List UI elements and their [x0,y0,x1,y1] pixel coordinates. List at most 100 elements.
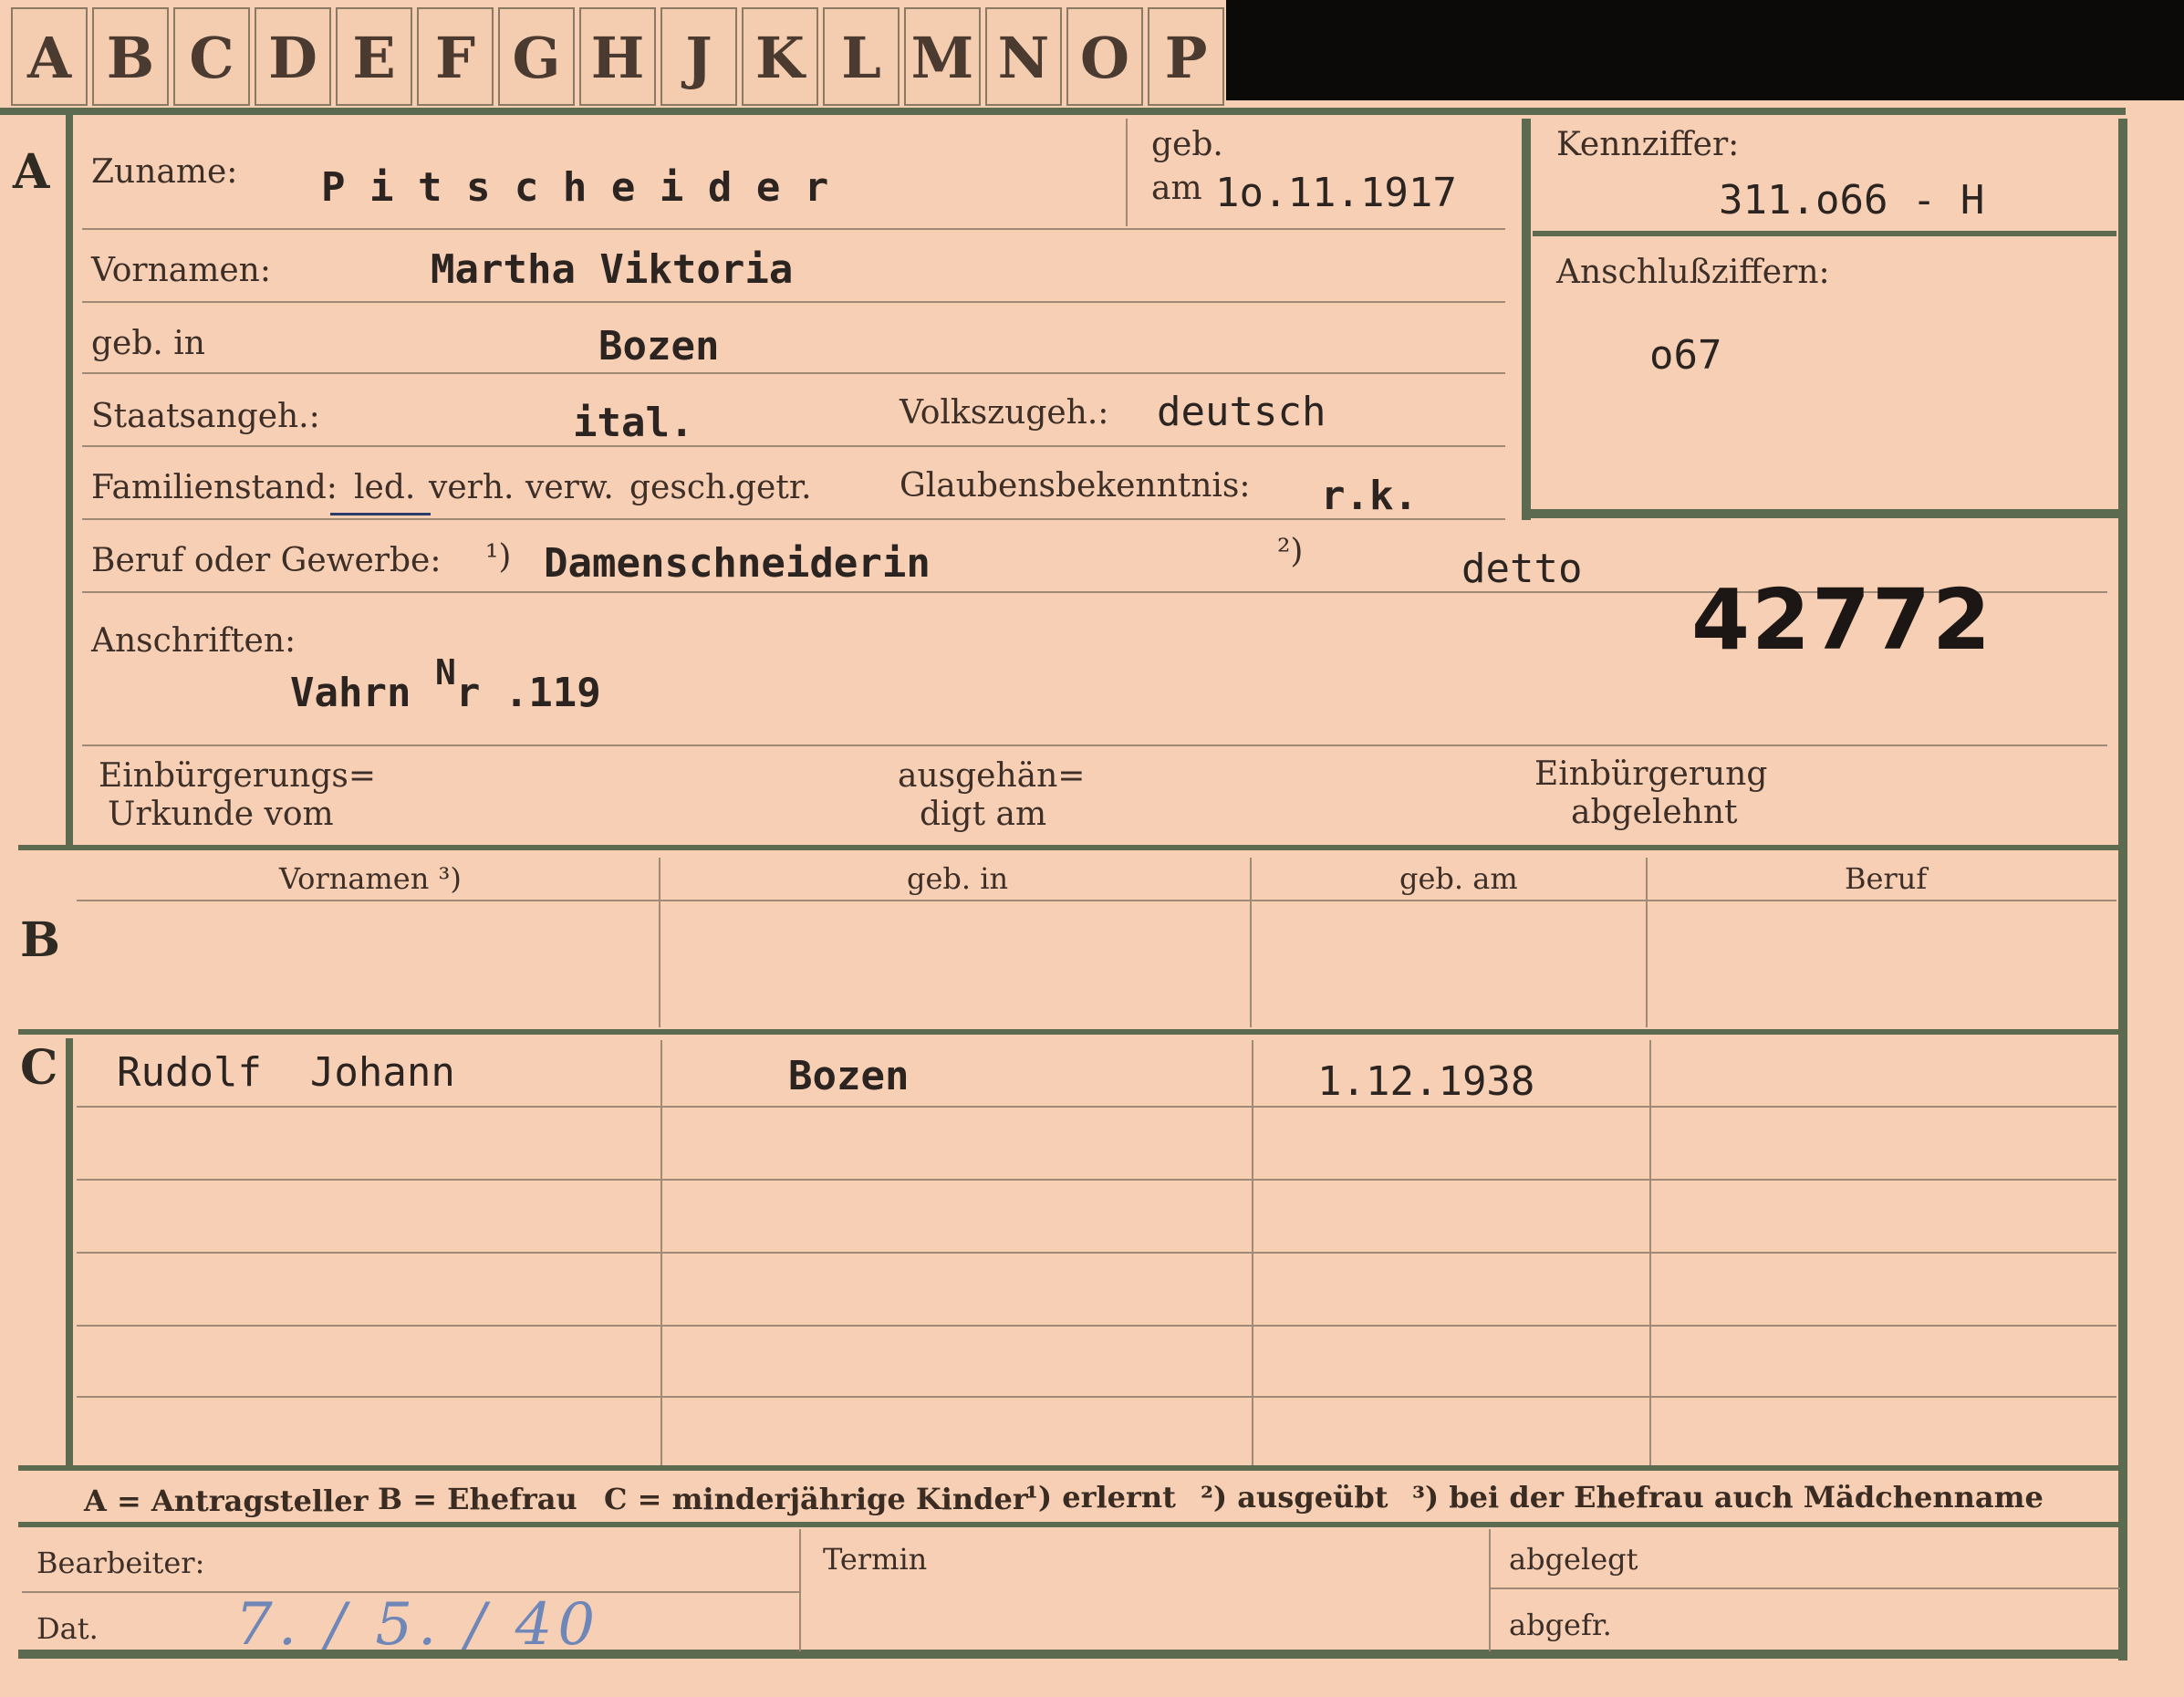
surname-divider [1126,119,1128,226]
row5-rule [82,518,1505,520]
row3-rule [82,372,1505,374]
date-label: Dat. [36,1611,99,1646]
profession-label: Beruf oder Gewerbe: [91,542,442,579]
child-first-names[interactable]: Rudolf Johann [117,1049,455,1096]
row4-rule [82,445,1505,447]
tab-e[interactable]: E [336,7,412,106]
frame-right [2118,119,2127,1661]
legend-bottom-rule [18,1522,2122,1527]
abgelegt-label: abgelegt [1509,1542,1638,1577]
tab-m[interactable]: M [904,7,981,106]
marital-option-led[interactable]: led. [354,469,415,506]
religion-field[interactable]: r.k. [1321,473,1418,519]
tab-f[interactable]: F [417,7,494,106]
marital-option-verw[interactable]: verw. [525,469,614,506]
section-a-letter: A [13,144,50,200]
born-label-am: am [1151,170,1202,207]
legend-a: A = Antragsteller [84,1484,369,1518]
child-birthplace[interactable]: Bozen [788,1053,909,1099]
section-b-header-rule [77,900,2116,901]
citizenship-field[interactable]: ital. [573,400,693,446]
footer-col1 [799,1529,801,1651]
tab-h[interactable]: H [579,7,656,106]
legend-b: B = Ehefrau [378,1482,577,1516]
legend-top-rule [18,1465,2122,1471]
kennziffer-box-bottom [1522,509,2124,518]
tab-d[interactable]: D [255,7,331,106]
address-nr: r .119 [455,670,601,716]
kennziffer-label: Kennziffer: [1556,126,1740,163]
kennziffer-box-left [1522,119,1531,520]
address-nr-sup: N [434,652,456,692]
marital-option-getr[interactable]: getr. [735,469,812,506]
tab-n[interactable]: N [985,7,1062,106]
profession-note2: ²) [1277,533,1304,570]
handed-label-2: digt am [920,796,1047,833]
birthplace-field[interactable]: Bozen [598,323,719,370]
section-c-col3 [1649,1040,1651,1467]
religion-label: Glaubensbekenntnis: [900,467,1251,505]
first-names-field[interactable]: Martha Viktoria [431,246,793,293]
refused-label-2: abgelehnt [1571,794,1738,831]
legend-c: C = minderjährige Kinder [604,1482,1028,1516]
abgelegt-rule [1491,1588,2120,1589]
marital-option-gesch[interactable]: gesch. [629,469,737,506]
section-b-col2 [1250,858,1252,1027]
profession-note1: ¹) [485,538,512,576]
profession-field[interactable]: Damenschneiderin [544,540,931,587]
marital-label: Familienstand: [91,469,338,506]
address-rule [82,744,2107,746]
tab-p[interactable]: P [1148,7,1224,106]
tab-g[interactable]: G [498,7,575,106]
address-field[interactable]: Vahrn Nr .119 [290,652,601,716]
citizenship-label: Staatsangeh.: [91,398,320,435]
footer-col2 [1489,1529,1491,1651]
section-b-top-rule [18,845,2122,850]
section-b-col3 [1646,858,1648,1027]
tab-b[interactable]: B [92,7,169,106]
abgefr-label: abgefr. [1509,1608,1612,1642]
section-c-letter: C [20,1040,58,1096]
anschluss-field[interactable]: o67 [1649,332,1721,379]
section-c-col2 [1252,1040,1253,1467]
section-b-letter: B [20,912,60,968]
tab-o[interactable]: O [1066,7,1143,106]
date-handwritten[interactable]: 7. / 5. / 40 [235,1591,600,1659]
naturalisation-label-1: Einbürgerungs= [99,757,377,795]
tab-j[interactable]: J [660,7,737,106]
first-names-label: Vornamen: [91,252,271,289]
marital-option-verh[interactable]: verh. [429,469,514,506]
profession-field-2[interactable]: detto [1461,546,1582,592]
bearbeiter-label: Bearbeiter: [36,1546,205,1580]
anschluss-label: Anschlußziffern: [1556,254,1830,291]
naturalisation-label-2: Urkunde vom [108,796,334,833]
legend-note3: ³) bei der Ehefrau auch Mädchenname [1412,1480,2044,1515]
surname-label: Zuname: [91,153,238,191]
frame-top [0,108,2126,115]
section-c-rule-3 [77,1252,2116,1254]
section-c-rule-1 [77,1106,2116,1108]
section-c-col1 [660,1040,662,1467]
tab-a[interactable]: A [11,7,88,106]
section-c-rule-4 [77,1325,2116,1327]
tab-l[interactable]: L [823,7,900,106]
birthdate-field[interactable]: 1o.11.1917 [1215,170,1457,216]
surname-field[interactable]: P i t s c h e i d e r [321,164,828,211]
kennziffer-divider [1533,231,2116,236]
legend-note2: ²) ausgeübt [1201,1480,1388,1515]
tab-k[interactable]: K [742,7,818,106]
tab-c[interactable]: C [173,7,250,106]
section-c-rule-2 [77,1179,2116,1181]
ethnicity-field[interactable]: deutsch [1157,389,1326,435]
address-label: Anschriften: [91,622,296,660]
legend-note1: ¹) erlernt [1025,1480,1176,1515]
child-birthdate[interactable]: 1.12.1938 [1317,1058,1534,1105]
card-paper [0,100,2184,1697]
frame-left-inner [66,114,73,848]
ethnicity-label: Volkszugeh.: [900,394,1109,432]
frame-left-inner-c [66,1038,73,1467]
header-first-names: Vornamen ³) [279,861,462,896]
file-number-stamp: 42772 [1691,571,1993,669]
kennziffer-field[interactable]: 311.o66 - H [1719,177,1984,224]
birthplace-label: geb. in [91,325,205,362]
